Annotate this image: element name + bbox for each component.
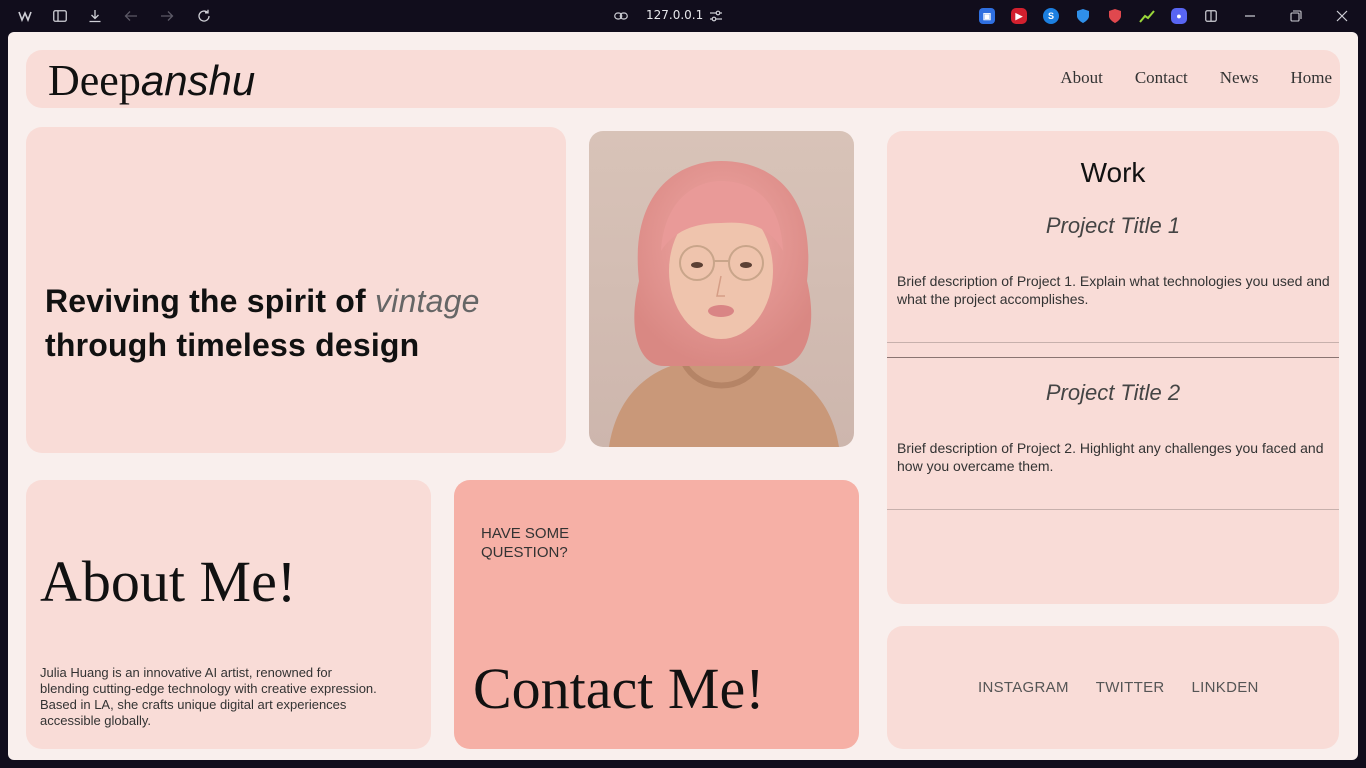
site-settings-icon[interactable] (707, 7, 725, 25)
browser-logo-icon[interactable] (16, 7, 34, 25)
nav-news[interactable]: News (1220, 68, 1259, 88)
project-divider (887, 357, 1339, 358)
portrait-illustration (589, 131, 854, 447)
extension-media-icon[interactable]: ▶ (1011, 8, 1027, 24)
nav-about[interactable]: About (1060, 68, 1103, 88)
close-icon[interactable] (1333, 7, 1351, 25)
project-divider (887, 342, 1339, 343)
nav-home[interactable]: Home (1290, 68, 1332, 88)
social-link-twitter[interactable]: TWITTER (1096, 679, 1165, 696)
back-arrow-icon[interactable] (122, 7, 140, 25)
minimize-icon[interactable] (1241, 7, 1259, 25)
hero-card: Reviving the spirit of vintage through t… (26, 127, 566, 453)
project-2-description: Brief description of Project 2. Highligh… (897, 440, 1324, 474)
extension-bot-icon[interactable]: ● (1171, 8, 1187, 24)
extension-stats-icon[interactable] (1139, 8, 1155, 24)
site-header: Deepanshu About Contact News Home (26, 50, 1340, 108)
reload-icon[interactable] (195, 7, 213, 25)
sidebar-toggle-icon[interactable] (51, 7, 69, 25)
social-link-linkedin[interactable]: LINKDEN (1192, 679, 1259, 696)
about-text: Julia Huang is an innovative AI artist, … (40, 665, 377, 728)
browser-toolbar: 127.0.0.1 ▣ ▶ S ● (0, 0, 1366, 32)
forward-arrow-icon[interactable] (158, 7, 176, 25)
page-viewport: Deepanshu About Contact News Home Revivi… (8, 32, 1358, 760)
hero-heading: Reviving the spirit of vintage through t… (45, 279, 480, 367)
address-bar-url[interactable]: 127.0.0.1 (646, 8, 703, 22)
project-1-description: Brief description of Project 1. Explain … (897, 273, 1330, 307)
social-link-instagram[interactable]: INSTAGRAM (978, 679, 1069, 696)
nav-contact[interactable]: Contact (1135, 68, 1188, 88)
work-card: Work Project Title 1 Brief description o… (887, 131, 1339, 604)
project-1-title[interactable]: Project Title 1 (887, 213, 1339, 239)
contact-card[interactable]: HAVE SOME QUESTION? Contact Me! (454, 480, 859, 749)
download-icon[interactable] (86, 7, 104, 25)
hero-emphasis: vintage (374, 283, 480, 319)
hero-line-1: Reviving the spirit of (45, 283, 366, 319)
contact-question: HAVE SOME QUESTION? (481, 525, 570, 561)
about-heading: About Me! (40, 549, 297, 614)
extension-save-icon[interactable]: ▣ (979, 8, 995, 24)
split-view-icon[interactable] (1202, 7, 1220, 25)
social-links: INSTAGRAM TWITTER LINKDEN (978, 679, 1286, 696)
extension-shield-icon[interactable] (1075, 8, 1091, 24)
hero-line-2: through timeless design (45, 327, 420, 363)
logo-italic-text: anshu (140, 57, 256, 104)
logo-regular-text: Deep (48, 56, 141, 105)
extension-shazam-icon[interactable]: S (1043, 8, 1059, 24)
restore-icon[interactable] (1287, 7, 1305, 25)
work-title: Work (1080, 157, 1146, 188)
site-logo[interactable]: Deepanshu (48, 56, 255, 106)
social-card: INSTAGRAM TWITTER LINKDEN (887, 626, 1339, 749)
about-card: About Me! Julia Huang is an innovative A… (26, 480, 431, 749)
site-info-link-icon[interactable] (612, 7, 630, 25)
main-nav: About Contact News Home (1060, 68, 1340, 88)
extension-adblock-icon[interactable] (1107, 8, 1123, 24)
project-divider (887, 509, 1339, 510)
project-2-title[interactable]: Project Title 2 (887, 380, 1339, 406)
contact-heading[interactable]: Contact Me! (473, 655, 765, 722)
portrait-photo (589, 131, 854, 447)
